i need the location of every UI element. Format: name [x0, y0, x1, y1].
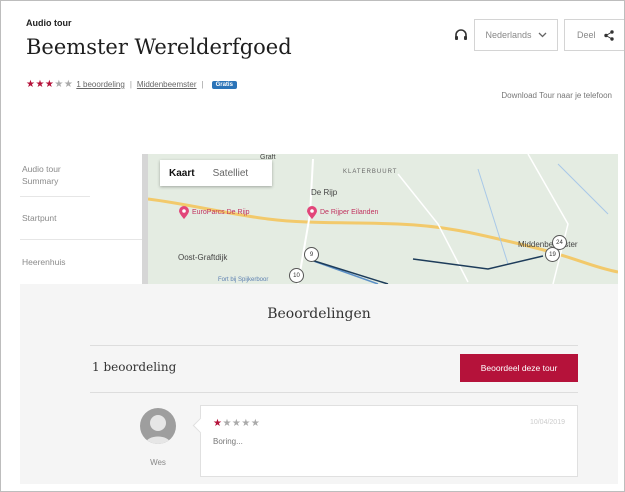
map-label-klaterbuurt: KLATERBUURT — [343, 169, 398, 175]
map-pin-icon[interactable] — [178, 206, 190, 220]
tab-kaart[interactable]: Kaart — [160, 168, 204, 179]
free-badge: Gratis — [211, 80, 237, 89]
avatar — [140, 408, 176, 444]
map-marker[interactable]: 10 — [289, 268, 304, 283]
review-stars: ★★★★★ — [213, 418, 260, 429]
rating-stars-empty: ★★ — [54, 79, 74, 90]
map-label-graft: Graft — [260, 154, 276, 161]
tour-type-label: Audio tour — [26, 18, 72, 28]
location-link[interactable]: Middenbeemster — [137, 80, 197, 89]
reviewer: Wes — [133, 408, 183, 467]
reviews-heading: Beoordelingen — [267, 306, 371, 322]
map-label-rijper-eilanden: De Rijper Eilanden — [320, 209, 379, 216]
meta-separator-2: | — [201, 80, 204, 89]
rating-stars: ★★★★★ — [26, 79, 73, 90]
review-date: 10/04/2019 — [529, 419, 565, 426]
rate-tour-button[interactable]: Beoordeel deze tour — [460, 354, 578, 382]
share-icon — [603, 29, 614, 41]
share-button[interactable]: Deel — [564, 19, 624, 51]
rating-stars-filled: ★★★ — [26, 79, 55, 90]
map-marker[interactable]: 9 — [304, 247, 319, 262]
page-title: Beemster Werelderfgoed — [26, 35, 292, 59]
reviewer-name: Wes — [150, 458, 166, 467]
meta-separator: | — [129, 80, 132, 89]
language-select[interactable]: Nederlands — [474, 19, 558, 51]
download-tour-link[interactable]: Download Tour naar je telefoon — [501, 91, 612, 100]
tab-satelliet[interactable]: Satelliet — [204, 168, 258, 179]
map-label-europarcs: EuroParcs De Rijp — [192, 209, 250, 216]
tour-sidebar: Audio tour Summary Startpunt Heerenhuis — [20, 154, 142, 284]
review-count-row: 1 beoordeling Beoordeel deze tour — [90, 345, 578, 393]
tour-header: Audio tour Beemster Werelderfgoed ★★★★★ … — [26, 13, 624, 153]
share-label: Deel — [577, 30, 596, 40]
tour-map[interactable]: Kaart Satelliet EuroParcs De Rijp De Rij… — [148, 154, 618, 284]
review-text: Boring... — [213, 437, 243, 446]
map-type-tabs: Kaart Satelliet — [160, 160, 272, 186]
sidebar-item-startpunt[interactable]: Startpunt — [20, 197, 142, 240]
tour-meta: ★★★★★ 1 beoordeling | Middenbeemster | G… — [26, 79, 237, 90]
chevron-down-icon — [538, 32, 546, 38]
user-icon — [145, 415, 171, 444]
map-label-oost-graftdijk: Oost-Graftdijk — [178, 253, 228, 262]
map-marker[interactable]: 24 — [552, 235, 567, 250]
map-label-fort: Fort bij Spijkerboor — [218, 277, 269, 283]
review-card: ★★★★★ 10/04/2019 Boring... — [200, 405, 578, 477]
review-stars-empty: ★★★★ — [222, 418, 261, 429]
language-value: Nederlands — [485, 30, 532, 40]
review-count: 1 beoordeling — [92, 360, 177, 374]
map-pin-icon[interactable] — [306, 206, 318, 220]
reviews-section: Beoordelingen 1 beoordeling Beoordeel de… — [20, 284, 618, 484]
headphones-icon[interactable] — [454, 28, 468, 42]
sidebar-item-heerenhuis[interactable]: Heerenhuis — [20, 240, 142, 283]
sidebar-item-summary[interactable]: Audio tour Summary — [20, 154, 90, 197]
rating-count-link[interactable]: 1 beoordeling — [76, 80, 124, 89]
map-label-de-rijp: De Rijp — [311, 188, 338, 197]
